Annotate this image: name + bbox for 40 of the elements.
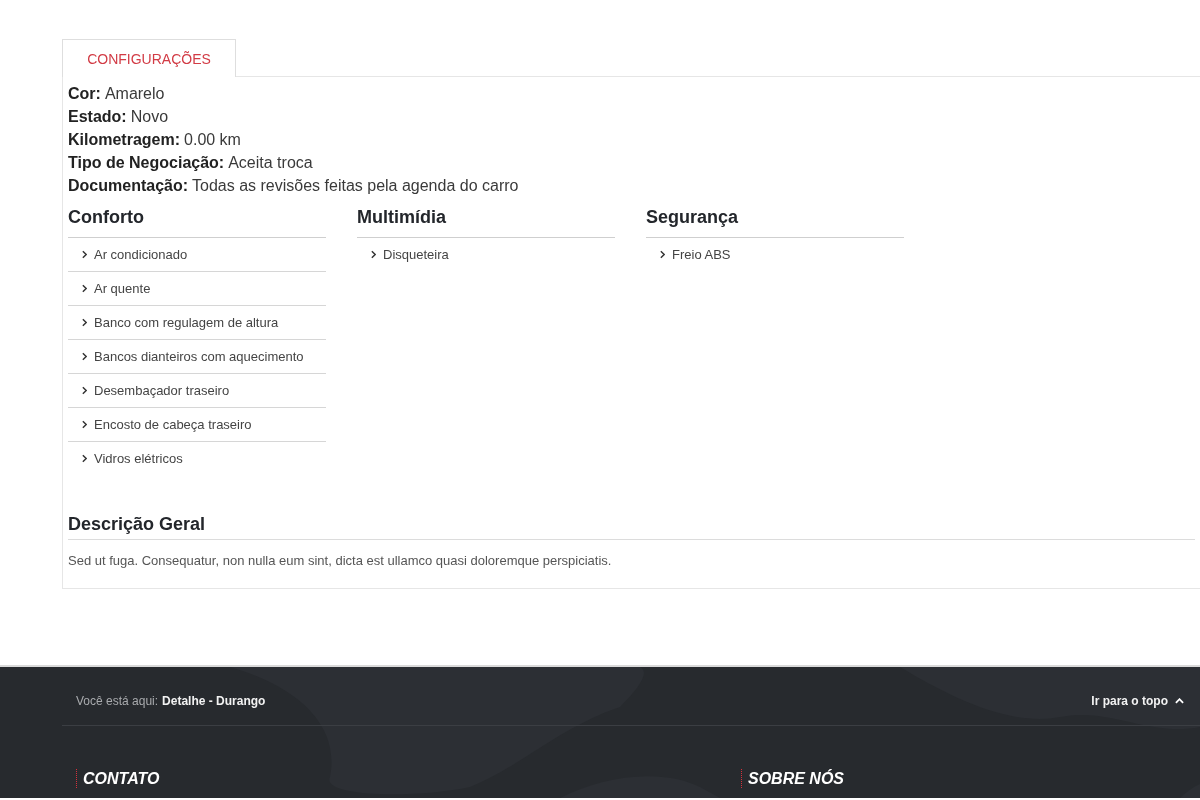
feature-item: Banco com regulagem de altura <box>94 315 279 330</box>
spec-value: Todas as revisões feitas pela agenda do carro <box>192 176 519 196</box>
section-heading: Descrição Geral <box>68 512 1195 540</box>
group-heading: Conforto <box>68 205 326 238</box>
chevron-right-icon <box>82 352 87 361</box>
chevron-up-icon <box>1175 697 1184 704</box>
feature-item: Encosto de cabeça traseiro <box>94 417 252 432</box>
feature-item: Desembaçador traseiro <box>94 383 230 398</box>
back-to-top-link[interactable]: Ir para o topo <box>1091 693 1184 708</box>
spec-value: Aceita troca <box>228 153 313 173</box>
feature-item: Bancos dianteiros com aquecimento <box>94 349 304 364</box>
spec-value: Novo <box>130 107 169 127</box>
feature-item: Ar condicionado <box>94 247 188 262</box>
breadcrumb-label: Você está aqui: <box>76 693 159 708</box>
footer-heading: SOBRE NÓS <box>741 769 844 788</box>
feature-item: Vidros elétricos <box>94 451 183 466</box>
chevron-right-icon <box>82 318 87 327</box>
spec-label: Cor: <box>68 84 101 104</box>
spec-value: 0.00 km <box>184 130 241 150</box>
chevron-right-icon <box>371 250 376 259</box>
chevron-right-icon <box>82 386 87 395</box>
spec-value: Amarelo <box>104 84 165 104</box>
feature-item: Disqueteira <box>383 247 449 262</box>
chevron-right-icon <box>660 250 665 259</box>
group-heading: Multimídia <box>357 205 615 238</box>
footer-heading: CONTATO <box>76 769 160 788</box>
description-text: Sed ut fuga. Consequatur, non nulla eum sint, dicta est ullamco quasi doloremque perspiciatis. <box>68 552 613 570</box>
chevron-right-icon <box>82 420 87 429</box>
chevron-right-icon <box>82 250 87 259</box>
tab[interactable]: CONFIGURAÇÕES <box>62 39 236 77</box>
group-heading: Segurança <box>646 205 904 238</box>
spec-label: Tipo de Negociação: <box>68 153 225 173</box>
spec-label: Kilometragem: <box>68 130 181 150</box>
feature-item: Ar quente <box>94 281 151 296</box>
spec-label: Estado: <box>68 107 127 127</box>
spec-label: Documentação: <box>68 176 189 196</box>
breadcrumb-current: Detalhe - Durango <box>162 693 266 708</box>
chevron-right-icon <box>82 284 87 293</box>
chevron-right-icon <box>82 454 87 463</box>
feature-item: Freio ABS <box>672 247 731 262</box>
